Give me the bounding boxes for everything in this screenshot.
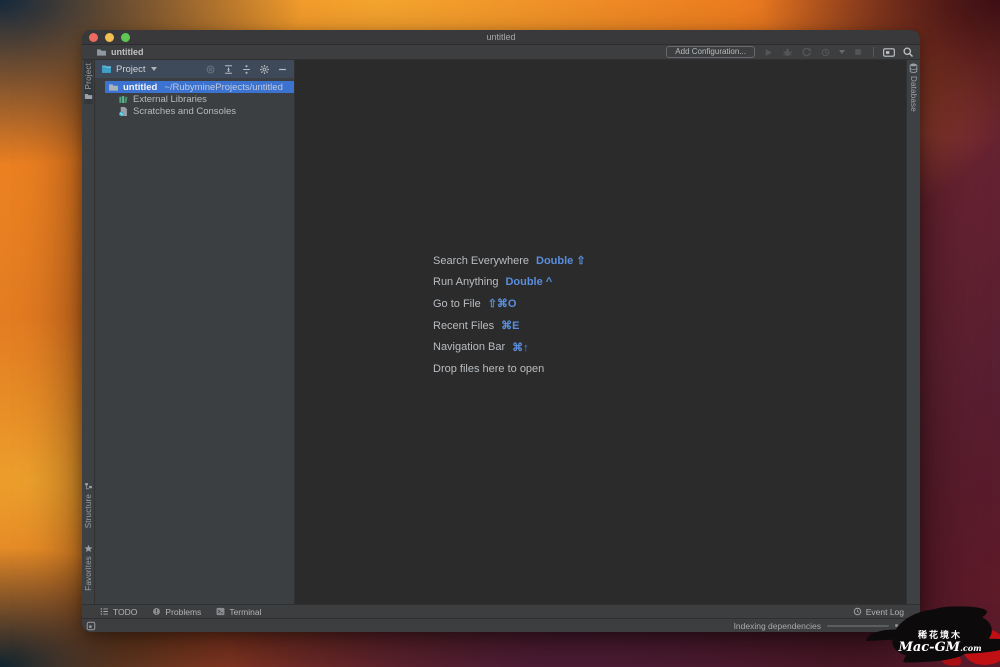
close-button[interactable] <box>89 32 98 42</box>
shortcut-row: Navigation Bar ⌘↑ <box>433 341 529 354</box>
project-panel-actions <box>205 64 288 75</box>
stop-icon[interactable] <box>852 46 864 58</box>
tool-window-switcher-icon[interactable] <box>86 621 96 631</box>
project-tree: untitled ~/RubymineProjects/untitled Ext… <box>95 78 294 117</box>
debug-icon[interactable] <box>781 46 793 58</box>
tool-stripe-favorites-label: Favorites <box>83 556 93 591</box>
run-icon[interactable] <box>762 46 774 58</box>
main-toolbar: untitled Add Configuration... <box>82 45 920 60</box>
event-log-button[interactable]: Event Log <box>853 607 904 617</box>
problems-icon <box>152 607 161 616</box>
traffic-lights <box>89 32 130 42</box>
left-tool-stripe: Project Structure Favorites <box>82 60 95 604</box>
project-view-icon <box>101 64 112 75</box>
tree-item-name: External Libraries <box>133 93 207 105</box>
zoom-button[interactable] <box>121 32 130 42</box>
tree-item-path: ~/RubymineProjects/untitled <box>164 81 283 93</box>
expand-all-icon[interactable] <box>223 64 234 75</box>
profiler-icon[interactable] <box>819 46 831 58</box>
tool-stripe-favorites[interactable]: Favorites <box>84 541 93 594</box>
tool-stripe-database-label: Database <box>909 76 918 112</box>
tree-item-scratches[interactable]: Scratches and Consoles <box>105 105 294 117</box>
window-title: untitled <box>486 32 516 42</box>
hide-panel-icon[interactable] <box>277 64 288 75</box>
chevron-down-icon[interactable] <box>839 50 845 54</box>
terminal-icon <box>216 607 225 616</box>
folder-icon <box>108 82 119 93</box>
folder-icon <box>95 46 107 58</box>
scratches-icon <box>118 106 129 117</box>
gear-icon[interactable] <box>259 64 270 75</box>
resize-grip-icon[interactable] <box>906 621 915 630</box>
tool-stripe-project[interactable]: Project <box>83 60 93 105</box>
breadcrumb[interactable]: untitled <box>95 46 144 58</box>
left-stripe-bottom: Structure Favorites <box>84 479 93 594</box>
tool-stripe-structure-label: Structure <box>83 494 93 529</box>
progress-cancel-icon[interactable] <box>895 624 898 627</box>
shortcut-row: Go to File ⇧⌘O <box>433 297 517 311</box>
tree-item-name: Scratches and Consoles <box>133 105 236 117</box>
indexing-progress-bar <box>827 624 889 627</box>
todo-list-icon <box>100 607 109 616</box>
tool-stripe-database[interactable]: Database <box>909 60 918 115</box>
library-icon <box>118 94 129 105</box>
project-panel-header: Project <box>95 60 294 78</box>
shortcut-row: Recent Files ⌘E <box>433 319 520 333</box>
breadcrumb-label: untitled <box>111 47 144 57</box>
minimize-button[interactable] <box>105 32 114 42</box>
desktop: untitled untitled Add Configuration... P… <box>0 0 1000 667</box>
tool-stripe-structure[interactable]: Structure <box>84 479 93 531</box>
star-icon <box>84 544 93 553</box>
search-everywhere-icon[interactable] <box>902 46 914 58</box>
database-icon <box>909 63 918 73</box>
event-log-label: Event Log <box>865 606 904 617</box>
indexing-status-label: Indexing dependencies <box>733 620 821 631</box>
coverage-icon[interactable] <box>800 46 812 58</box>
tool-stripe-todo-label: TODO <box>113 606 138 617</box>
collapse-all-icon[interactable] <box>241 64 252 75</box>
project-panel-title-group[interactable]: Project <box>101 64 157 75</box>
structure-icon <box>84 482 93 491</box>
project-panel-title: Project <box>116 63 146 75</box>
tree-item-untitled[interactable]: untitled ~/RubymineProjects/untitled <box>105 81 294 93</box>
window-body: Project Structure Favorites Project unti… <box>82 60 920 604</box>
tool-stripe-todo[interactable]: TODO <box>100 607 137 617</box>
bottom-tabs: TODO Problems Terminal <box>100 607 261 617</box>
tree-item-external-libraries[interactable]: External Libraries <box>105 93 294 105</box>
rubymine-window: untitled untitled Add Configuration... P… <box>82 30 920 632</box>
tool-stripe-problems-label: Problems <box>165 606 202 617</box>
toolbar-separator <box>873 47 874 57</box>
keyboard-shortcuts-hint: Search Everywhere Double ⇧ Run Anything Do… <box>433 250 586 380</box>
shortcut-row: Drop files here to open <box>433 362 545 375</box>
locate-file-icon[interactable] <box>205 64 216 75</box>
chevron-down-icon <box>150 67 157 71</box>
tool-stripe-project-label: Project <box>83 63 93 90</box>
tool-stripe-terminal[interactable]: Terminal <box>216 607 261 617</box>
toolbar-right: Add Configuration... <box>666 46 914 58</box>
right-tool-stripe: Database <box>906 60 920 604</box>
shortcut-row: Search Everywhere Double ⇧ <box>433 254 586 268</box>
editor-area[interactable]: Search Everywhere Double ⇧ Run Anything Do… <box>295 60 906 604</box>
tool-stripe-terminal-label: Terminal <box>229 606 262 617</box>
event-log-icon <box>853 607 862 616</box>
bottom-tool-window-bar: TODO Problems Terminal Event Log <box>82 604 920 618</box>
shortcut-row: Run Anything Double ^ <box>433 276 553 289</box>
folder-icon <box>84 92 93 101</box>
tool-stripe-problems[interactable]: Problems <box>152 607 201 617</box>
add-configuration-button[interactable]: Add Configuration... <box>666 46 755 58</box>
status-bar: Indexing dependencies <box>82 618 920 632</box>
titlebar[interactable]: untitled <box>82 30 920 45</box>
screen-view-icon[interactable] <box>883 46 895 58</box>
project-tool-window: Project untitled ~/RubymineProjects/unti… <box>95 60 295 604</box>
tree-item-name: untitled <box>123 81 158 93</box>
